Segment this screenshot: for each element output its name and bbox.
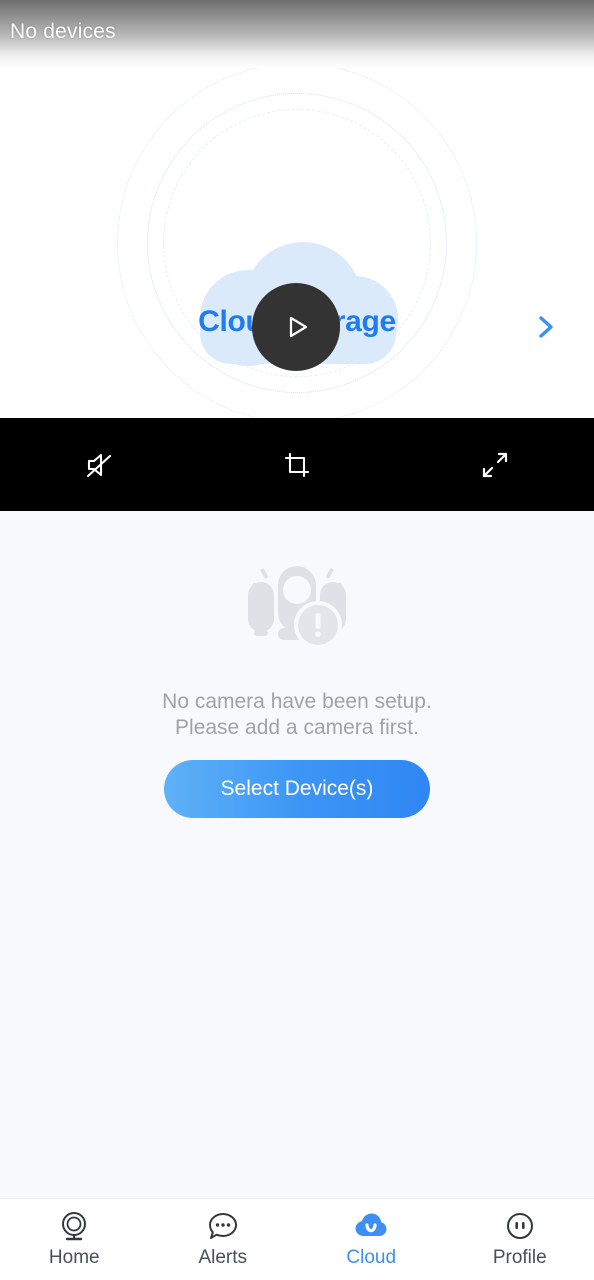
nav-item-home[interactable]: Home [0,1199,149,1280]
nav-label-profile: Profile [492,1247,547,1268]
content-area: No camera have been setup. Please add a … [0,511,594,1199]
nav-label-cloud: Cloud [346,1247,397,1268]
crop-icon [284,452,310,477]
player-control-bar [0,418,594,511]
select-devices-button[interactable]: Select Device(s) [164,760,430,818]
next-button[interactable] [522,304,568,350]
fullscreen-button[interactable] [396,418,594,511]
cameras-warning-icon [242,556,352,651]
title-bar: No devices [0,0,594,68]
speaker-muted-icon [86,453,112,477]
page-title: No devices [10,20,116,43]
empty-state-message: No camera have been setup. Please add a … [0,689,594,741]
app-screen: No devices Cloud storage No camera have … [0,0,594,1280]
play-button[interactable] [252,283,340,371]
cloud-icon [354,1210,388,1242]
bottom-navigation: Home Alerts Cloud Profile [0,1198,594,1280]
crop-button[interactable] [198,418,396,511]
nav-item-profile[interactable]: Profile [446,1199,594,1280]
empty-state-line-2: Please add a camera first. [175,716,419,739]
nav-item-alerts[interactable]: Alerts [149,1199,298,1280]
nav-label-home: Home [48,1247,100,1268]
cloud-storage-banner[interactable]: Cloud storage [0,68,594,418]
empty-state-line-1: No camera have been setup. [162,690,432,713]
expand-arrows-icon [482,452,508,477]
camera-icon [57,1210,91,1242]
chat-bubble-icon [206,1210,240,1242]
nav-label-alerts: Alerts [198,1247,248,1268]
mute-button[interactable] [0,418,198,511]
chevron-right-icon [539,316,553,338]
face-circle-icon [503,1210,537,1242]
play-icon [289,316,308,338]
nav-item-cloud[interactable]: Cloud [297,1199,446,1280]
